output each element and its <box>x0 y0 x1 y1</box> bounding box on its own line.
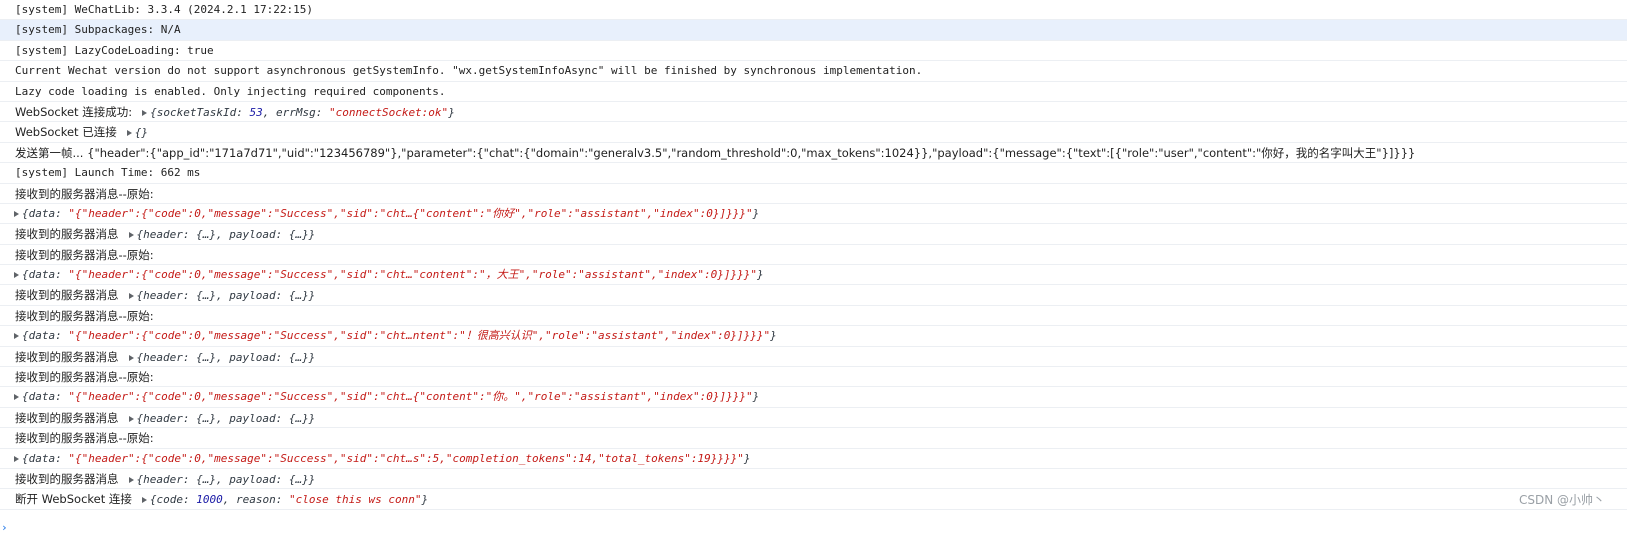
log-line: 接收到的服务器消息 {header: {…}, payload: {…}} <box>0 469 1627 490</box>
log-text: Lazy code loading is enabled. Only injec… <box>15 84 446 98</box>
expand-triangle-icon[interactable] <box>14 455 19 462</box>
log-line: 发送第一帧... {"header":{"app_id":"171a7d71",… <box>0 143 1627 164</box>
log-label: WebSocket 已连接 <box>15 125 117 140</box>
expand-triangle-icon[interactable] <box>128 476 134 483</box>
object-preview[interactable]: {data: "{"header":{"code":0,"message":"S… <box>22 329 777 342</box>
object-preview[interactable]: {socketTaskId: 53, errMsg: "connectSocke… <box>150 106 455 119</box>
object-preview[interactable]: {data: "{"header":{"code":0,"message":"S… <box>22 390 759 403</box>
log-line: 接收到的服务器消息 {header: {…}, payload: {…}} <box>0 408 1627 429</box>
log-line: {data: "{"header":{"code":0,"message":"S… <box>0 387 1627 408</box>
log-text: 接收到的服务器消息--原始: <box>15 370 154 385</box>
log-line: 接收到的服务器消息 {header: {…}, payload: {…}} <box>0 285 1627 306</box>
object-preview[interactable]: {code: 1000, reason: "close this ws conn… <box>150 493 428 506</box>
log-line: Current Wechat version do not support as… <box>0 61 1627 82</box>
console-log: [system] WeChatLib: 3.3.4 (2024.2.1 17:2… <box>0 0 1627 510</box>
object-preview[interactable]: {header: {…}, payload: {…}} <box>137 351 316 364</box>
log-label: WebSocket 连接成功: <box>15 104 133 119</box>
log-line: 接收到的服务器消息--原始: <box>0 245 1627 266</box>
object-preview[interactable]: {} <box>135 126 148 139</box>
log-line-selected[interactable]: [system] Subpackages: N/A <box>0 20 1627 41</box>
console-prompt-caret-icon[interactable]: › <box>1 522 8 534</box>
expand-triangle-icon[interactable] <box>128 293 134 300</box>
expand-triangle-icon[interactable] <box>141 497 147 504</box>
watermark: CSDN @小帅丶 <box>1518 493 1605 507</box>
log-label: 接收到的服务器消息 <box>15 410 119 425</box>
expand-triangle-icon[interactable] <box>14 333 19 340</box>
expand-triangle-icon[interactable] <box>128 354 134 361</box>
log-label: 接收到的服务器消息 <box>15 227 119 242</box>
log-label: 接收到的服务器消息 <box>15 349 119 364</box>
log-line: 接收到的服务器消息 {header: {…}, payload: {…}} <box>0 224 1627 245</box>
expand-triangle-icon[interactable] <box>126 130 132 137</box>
expand-triangle-icon[interactable] <box>14 210 19 217</box>
log-text: [system] Subpackages: N/A <box>15 23 181 37</box>
object-preview[interactable]: {data: "{"header":{"code":0,"message":"S… <box>22 268 764 281</box>
log-line: 接收到的服务器消息--原始: <box>0 428 1627 449</box>
log-label: 断开 WebSocket 连接 <box>15 492 132 507</box>
log-line: {data: "{"header":{"code":0,"message":"S… <box>0 204 1627 225</box>
object-preview[interactable]: {header: {…}, payload: {…}} <box>137 228 316 241</box>
log-text: 接收到的服务器消息--原始: <box>15 308 154 323</box>
log-text: [system] LazyCodeLoading: true <box>15 43 214 57</box>
log-line: [system] WeChatLib: 3.3.4 (2024.2.1 17:2… <box>0 0 1627 21</box>
log-line: 接收到的服务器消息--原始: <box>0 306 1627 327</box>
log-line: WebSocket 已连接 {} <box>0 122 1627 143</box>
log-line: {data: "{"header":{"code":0,"message":"S… <box>0 326 1627 347</box>
log-line: {data: "{"header":{"code":0,"message":"S… <box>0 449 1627 469</box>
log-label: 接收到的服务器消息 <box>15 288 119 303</box>
log-line: {data: "{"header":{"code":0,"message":"S… <box>0 265 1627 286</box>
object-preview[interactable]: {header: {…}, payload: {…}} <box>137 289 316 302</box>
log-label: 接收到的服务器消息 <box>15 471 119 486</box>
log-line: 接收到的服务器消息--原始: <box>0 367 1627 388</box>
expand-triangle-icon[interactable] <box>142 109 148 116</box>
expand-triangle-icon[interactable] <box>128 232 134 239</box>
log-text: [system] Launch Time: 662 ms <box>15 166 201 180</box>
expand-triangle-icon[interactable] <box>128 415 134 422</box>
log-text: 接收到的服务器消息--原始: <box>15 431 154 446</box>
log-text: 接收到的服务器消息--原始: <box>15 186 154 201</box>
object-preview[interactable]: {header: {…}, payload: {…}} <box>137 473 316 486</box>
log-line: WebSocket 连接成功: {socketTaskId: 53, errMsg… <box>0 102 1627 123</box>
log-line: 接收到的服务器消息 {header: {…}, payload: {…}} <box>0 347 1627 368</box>
object-preview[interactable]: {header: {…}, payload: {…}} <box>137 412 316 425</box>
object-preview[interactable]: {data: "{"header":{"code":0,"message":"S… <box>22 452 751 465</box>
log-text: Current Wechat version do not support as… <box>15 64 923 78</box>
log-line: 断开 WebSocket 连接 {code: 1000, reason: "clo… <box>0 489 1627 510</box>
log-line: [system] Launch Time: 662 ms <box>0 163 1627 184</box>
log-line: 接收到的服务器消息--原始: <box>0 184 1627 204</box>
log-line: [system] LazyCodeLoading: true <box>0 41 1627 62</box>
log-text: [system] WeChatLib: 3.3.4 (2024.2.1 17:2… <box>15 3 314 16</box>
expand-triangle-icon[interactable] <box>14 272 19 279</box>
object-preview[interactable]: {data: "{"header":{"code":0,"message":"S… <box>22 207 759 220</box>
log-text: 发送第一帧... {"header":{"app_id":"171a7d71",… <box>15 145 1416 160</box>
log-text: 接收到的服务器消息--原始: <box>15 247 154 262</box>
log-line: Lazy code loading is enabled. Only injec… <box>0 82 1627 102</box>
expand-triangle-icon[interactable] <box>14 394 19 401</box>
